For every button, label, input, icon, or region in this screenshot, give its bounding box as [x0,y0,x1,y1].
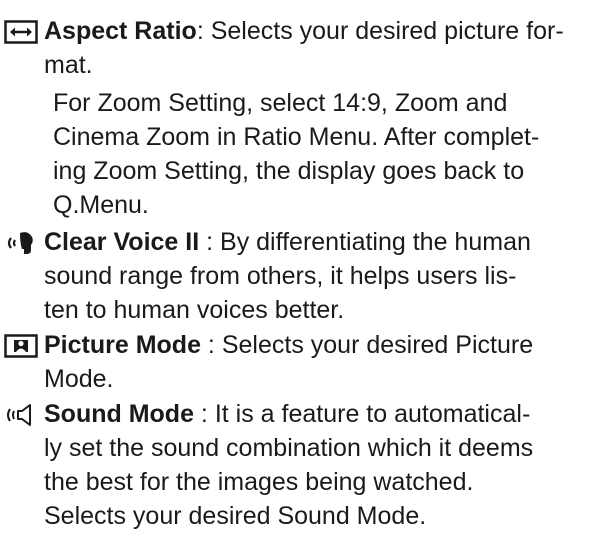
aspect-ratio-separator: : [196,17,204,45]
zoom-setting-line-2: Cinema Zoom in Ratio Menu. After complet… [53,123,540,151]
clear-voice-icon [4,229,38,254]
zoom-setting-line-1: For Zoom Setting, select 14:9, Zoom and [53,89,508,117]
picture-mode-separator: : [200,331,215,359]
zoom-setting-paragraph: For Zoom Setting, select 14:9, Zoom and … [53,86,605,222]
sound-mode-term: Sound Mode [44,400,194,428]
picture-mode-description: Picture Mode : Selects your desired Pict… [44,328,596,396]
manual-page: Aspect Ratio: Selects your desired pictu… [0,0,607,530]
picture-mode-icon [4,334,38,358]
clear-voice-line-1: By differentiating the human [213,228,531,256]
sound-mode-line-4: Selects your desired Sound Mode. [44,502,427,530]
sound-mode-description: Sound Mode : It is a feature to automati… [44,397,596,533]
aspect-ratio-description: Aspect Ratio: Selects your desired pictu… [44,14,596,82]
aspect-ratio-term: Aspect Ratio [44,17,197,45]
sound-mode-separator: : [193,400,208,428]
zoom-setting-line-4: Q.Menu. [53,191,149,219]
clear-voice-line-3: ten to human voices better. [44,296,345,324]
aspect-ratio-line-1: Selects your desired picture for- [203,17,564,45]
clear-voice-term: Clear Voice II [44,228,200,256]
sound-mode-icon [4,401,38,426]
picture-mode-line-1: Selects your desired Picture [214,331,534,359]
picture-mode-line-2: Mode. [44,365,114,393]
sound-mode-line-2: ly set the sound combination which it de… [44,434,534,462]
sound-mode-line-3: the best for the images being watched. [44,468,474,496]
picture-mode-term: Picture Mode [44,331,201,359]
clear-voice-separator: : [199,228,214,256]
zoom-setting-line-3: ing Zoom Setting, the display goes back … [53,157,525,185]
clear-voice-description: Clear Voice II : By differentiating the … [44,225,596,327]
aspect-ratio-icon [4,20,38,44]
clear-voice-line-2: sound range from others, it helps users … [44,262,517,290]
aspect-ratio-line-2: mat. [44,51,93,79]
sound-mode-line-1: It is a feature to automatical- [207,400,531,428]
